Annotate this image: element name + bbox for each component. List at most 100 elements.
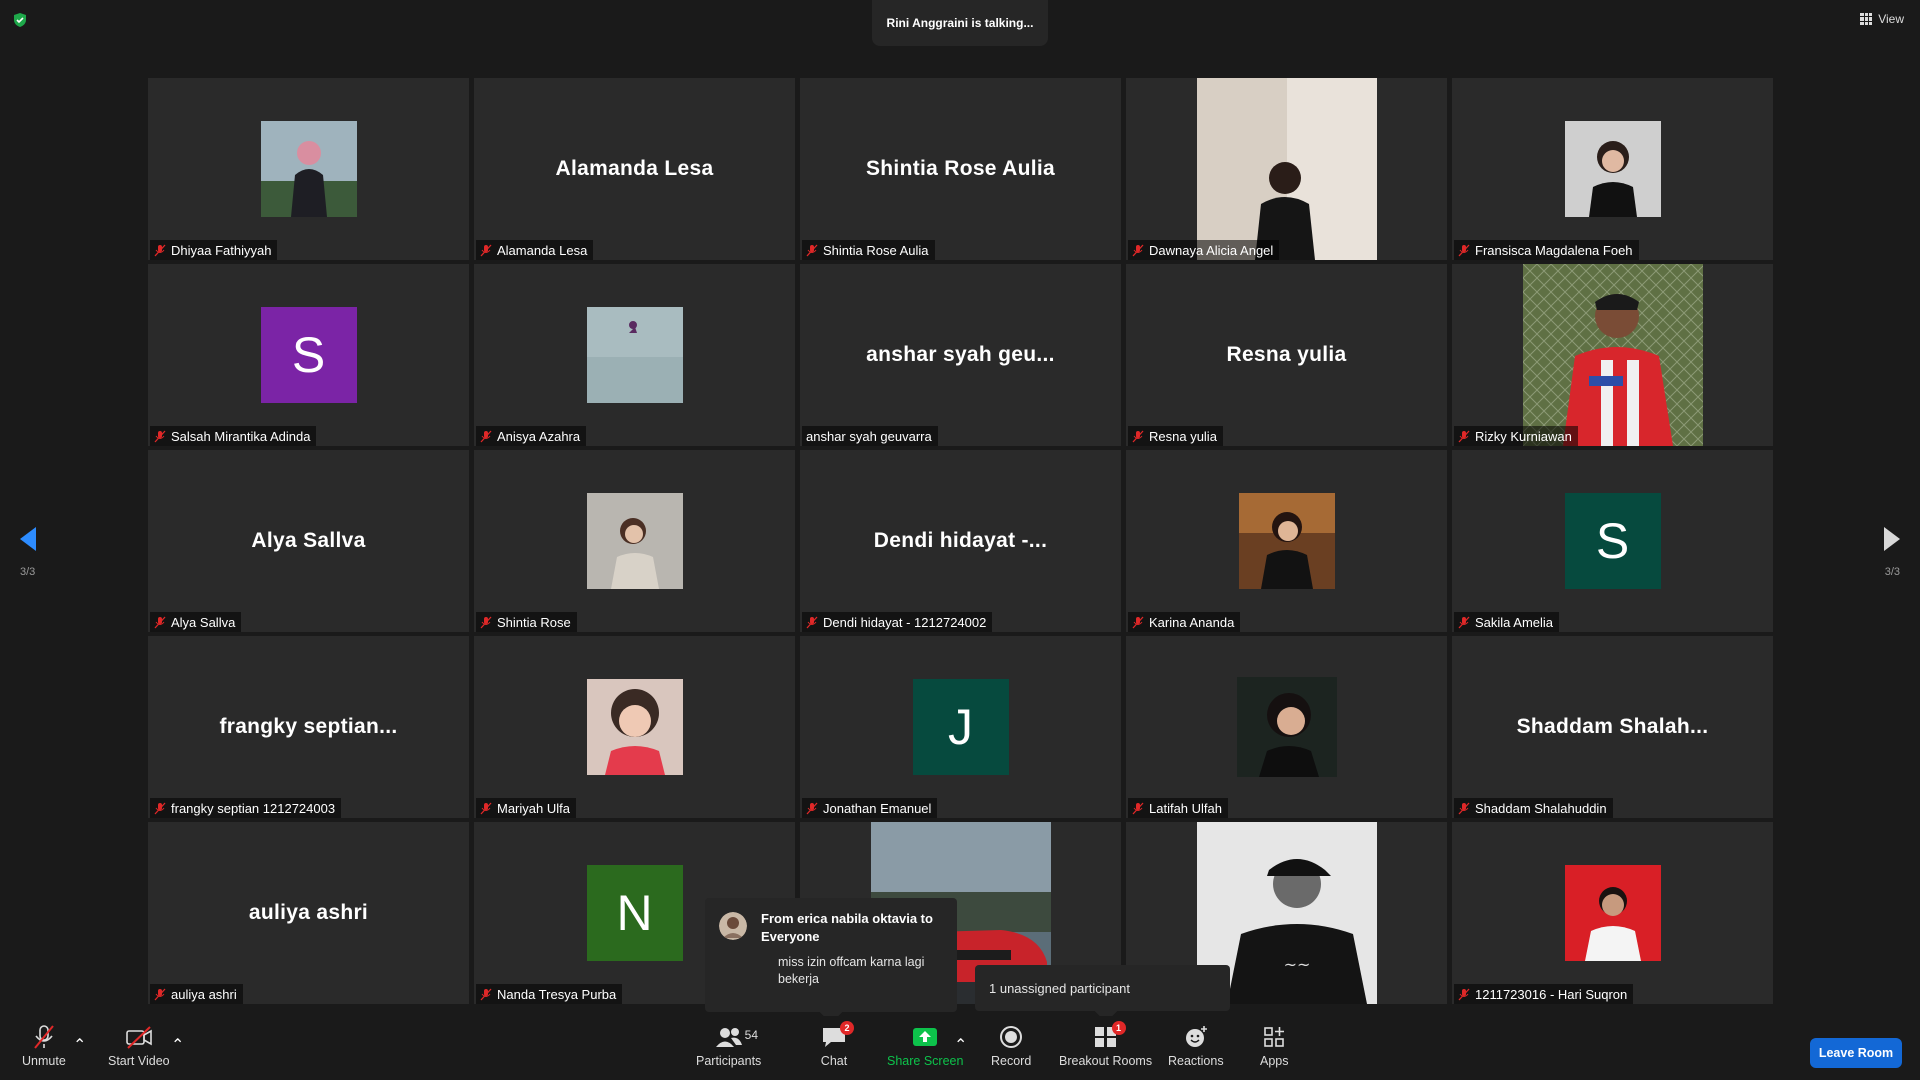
muted-mic-icon bbox=[806, 802, 818, 814]
participant-name-label: Dendi hidayat - 1212724002 bbox=[802, 612, 993, 632]
participant-name-label: frangky septian 1212724003 bbox=[150, 798, 342, 818]
initial-avatar: S bbox=[260, 307, 357, 403]
initial-avatar: N bbox=[586, 865, 683, 961]
profile-photo bbox=[1196, 78, 1377, 260]
apps-label: Apps bbox=[1260, 1054, 1289, 1068]
unassigned-participant-text: 1 unassigned participant bbox=[989, 980, 1130, 996]
participant-display-name: Dendi hidayat -... bbox=[873, 529, 1048, 552]
profile-photo bbox=[1238, 493, 1335, 589]
unassigned-participant-popup[interactable]: 1 unassigned participant bbox=[975, 965, 1230, 1023]
initial-avatar: S bbox=[1564, 493, 1661, 589]
video-tile[interactable]: Karina Ananda bbox=[1126, 450, 1447, 632]
reactions-button[interactable]: Reactions bbox=[1168, 1024, 1224, 1068]
chat-button[interactable]: 2 Chat bbox=[820, 1021, 854, 1068]
participants-label: Participants bbox=[696, 1054, 762, 1068]
participants-icon bbox=[715, 1028, 742, 1047]
participant-name-label: Anisya Azahra bbox=[476, 426, 587, 446]
video-tile[interactable]: anshar syah geu... anshar syah geuvarra bbox=[800, 264, 1121, 446]
video-tile[interactable]: Fransisca Magdalena Foeh bbox=[1452, 78, 1773, 260]
participant-name-label: Fransisca Magdalena Foeh bbox=[1454, 240, 1639, 260]
initial-avatar: J bbox=[912, 679, 1009, 775]
leave-room-button[interactable]: Leave Room bbox=[1810, 1038, 1902, 1068]
profile-photo bbox=[1236, 677, 1337, 777]
share-screen-label: Share Screen bbox=[887, 1054, 964, 1068]
video-tile[interactable]: 1211723016 - Hari Suqron bbox=[1452, 822, 1773, 1004]
participant-name-label: Alya Sallva bbox=[150, 612, 242, 632]
muted-mic-icon bbox=[480, 616, 492, 628]
next-page-arrow-icon[interactable] bbox=[1882, 525, 1902, 553]
video-tile[interactable]: Resna yulia Resna yulia bbox=[1126, 264, 1447, 446]
muted-mic-icon bbox=[806, 244, 818, 256]
start-video-button[interactable]: Start Video bbox=[108, 1024, 170, 1068]
video-tile[interactable]: S Sakila Amelia bbox=[1452, 450, 1773, 632]
video-tile[interactable]: Dhiyaa Fathiyyah bbox=[148, 78, 469, 260]
muted-mic-icon bbox=[480, 430, 492, 442]
participant-name-label: Dhiyaa Fathiyyah bbox=[150, 240, 278, 260]
muted-mic-icon bbox=[480, 802, 492, 814]
video-options-caret-icon[interactable]: ⌃ bbox=[171, 1035, 184, 1055]
video-tile[interactable]: J Jonathan Emanuel bbox=[800, 636, 1121, 818]
participant-name-label: Resna yulia bbox=[1128, 426, 1223, 446]
apps-icon bbox=[1264, 1027, 1285, 1047]
breakout-rooms-button[interactable]: 1 Breakout Rooms bbox=[1059, 1021, 1152, 1068]
grid-view-icon bbox=[1860, 13, 1873, 25]
share-options-caret-icon[interactable]: ⌃ bbox=[954, 1035, 967, 1055]
muted-mic-icon bbox=[154, 616, 166, 628]
share-screen-button[interactable]: Share Screen bbox=[887, 1024, 963, 1068]
view-button[interactable]: View bbox=[1860, 12, 1904, 26]
profile-photo bbox=[1564, 865, 1661, 961]
record-button[interactable]: Record bbox=[991, 1024, 1031, 1068]
video-tile[interactable]: Dawnaya Alicia Angel bbox=[1126, 78, 1447, 260]
smiley-reaction-icon bbox=[1185, 1026, 1207, 1047]
chat-message-text: miss izin offcam karna lagi bekerja bbox=[778, 955, 925, 986]
video-tile[interactable]: Alya Sallva Alya Sallva bbox=[148, 450, 469, 632]
participant-name-label: Latifah Ulfah bbox=[1128, 798, 1228, 818]
video-tile[interactable]: Rizky Kurniawan bbox=[1452, 264, 1773, 446]
record-label: Record bbox=[991, 1054, 1032, 1068]
video-tile[interactable]: Shintia Rose bbox=[474, 450, 795, 632]
video-tile[interactable]: Alamanda Lesa Alamanda Lesa bbox=[474, 78, 795, 260]
profile-photo bbox=[260, 121, 357, 217]
participant-display-name: auliya ashri bbox=[248, 901, 369, 924]
video-tile[interactable]: Mariyah Ulfa bbox=[474, 636, 795, 818]
start-video-label: Start Video bbox=[108, 1054, 170, 1068]
sender-avatar bbox=[719, 912, 747, 940]
video-tile[interactable]: Shintia Rose Aulia Shintia Rose Aulia bbox=[800, 78, 1121, 260]
video-tile[interactable]: Dendi hidayat -... Dendi hidayat - 12127… bbox=[800, 450, 1121, 632]
muted-mic-icon bbox=[154, 244, 166, 256]
participant-name-label: anshar syah geuvarra bbox=[802, 426, 938, 446]
participant-name-label: 1211723016 - Hari Suqron bbox=[1454, 984, 1634, 1004]
video-tile[interactable]: frangky septian... frangky septian 12127… bbox=[148, 636, 469, 818]
participant-name-label: Rizky Kurniawan bbox=[1454, 426, 1578, 446]
muted-mic-icon bbox=[1132, 616, 1144, 628]
security-shield-icon[interactable] bbox=[12, 12, 28, 28]
chat-unread-badge: 2 bbox=[840, 1021, 854, 1035]
video-tile[interactable]: Latifah Ulfah bbox=[1126, 636, 1447, 818]
audio-options-caret-icon[interactable]: ⌃ bbox=[73, 1035, 86, 1055]
record-icon bbox=[1000, 1026, 1023, 1048]
chat-sender-line: From erica nabila oktavia to Everyone bbox=[761, 911, 933, 944]
profile-photo bbox=[586, 679, 683, 775]
video-tile[interactable]: auliya ashri auliya ashri bbox=[148, 822, 469, 1004]
video-tile[interactable]: Shaddam Shalah... Shaddam Shalahuddin bbox=[1452, 636, 1773, 818]
profile-photo bbox=[1564, 121, 1661, 217]
apps-button[interactable]: Apps bbox=[1260, 1024, 1289, 1068]
muted-mic-icon bbox=[1458, 988, 1470, 1000]
muted-mic-icon bbox=[480, 244, 492, 256]
chat-notification-popup[interactable]: From erica nabila oktavia to Everyone mi… bbox=[705, 898, 957, 1024]
previous-page-arrow-icon[interactable] bbox=[18, 525, 38, 553]
muted-mic-icon bbox=[1458, 430, 1470, 442]
video-tile[interactable]: S Salsah Mirantika Adinda bbox=[148, 264, 469, 446]
active-speaker-banner: Rini Anggraini is talking... bbox=[872, 0, 1048, 46]
participant-name-label: Dawnaya Alicia Angel bbox=[1128, 240, 1280, 260]
muted-mic-icon bbox=[154, 988, 166, 1000]
participants-button[interactable]: 54 Participants bbox=[696, 1024, 761, 1068]
participant-display-name: frangky septian... bbox=[219, 715, 398, 738]
muted-mic-icon bbox=[1132, 244, 1144, 256]
video-tile[interactable]: Anisya Azahra bbox=[474, 264, 795, 446]
muted-microphone-icon bbox=[34, 1025, 54, 1049]
unmute-button[interactable]: Unmute bbox=[22, 1024, 66, 1068]
view-label: View bbox=[1878, 12, 1904, 26]
muted-mic-icon bbox=[1132, 430, 1144, 442]
participant-name-label: Shintia Rose Aulia bbox=[802, 240, 935, 260]
